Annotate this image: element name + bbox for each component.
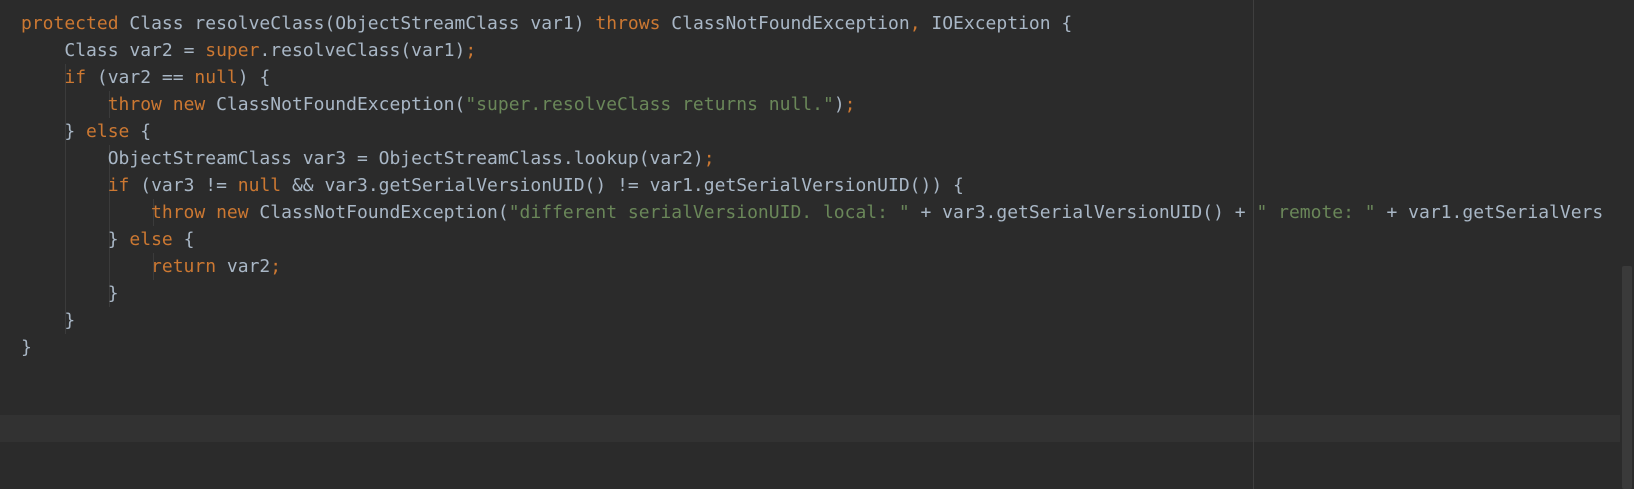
code-line[interactable]: } else { xyxy=(0,226,1603,253)
caret-line-highlight xyxy=(0,415,1620,442)
code-keyword: else xyxy=(86,121,130,142)
code-line[interactable]: if (var2 == null) { xyxy=(0,64,1603,91)
code-line[interactable]: } xyxy=(0,307,1603,334)
code-identifier: .resolveClass(var1) xyxy=(259,40,466,61)
code-keyword: super xyxy=(205,40,260,61)
code-keyword: if xyxy=(107,175,130,196)
code-keyword: protected xyxy=(21,13,119,34)
code-editor[interactable]: protected Class resolveClass(ObjectStrea… xyxy=(0,0,1634,489)
code-keyword: new xyxy=(216,202,249,223)
code-identifier: ObjectStreamClass var3 = ObjectStreamCla… xyxy=(107,148,704,169)
code-punctuation: ; xyxy=(844,94,856,115)
code-identifier: ClassNotFoundException( xyxy=(248,202,509,223)
code-identifier: Class resolveClass(ObjectStreamClass var… xyxy=(129,13,596,34)
code-text-area[interactable]: protected Class resolveClass(ObjectStrea… xyxy=(0,10,1603,361)
code-keyword: null xyxy=(237,175,282,196)
code-string: "different serialVersionUID. local: " xyxy=(508,202,910,223)
code-identifier: + var3.getSerialVersionUID() + xyxy=(909,202,1257,223)
code-identifier: (var3 != xyxy=(129,175,238,196)
code-line[interactable]: Class var2 = super.resolveClass(var1); xyxy=(0,37,1603,64)
code-keyword: else xyxy=(129,229,173,250)
code-identifier: (var2 == xyxy=(86,67,195,88)
code-keyword: return xyxy=(151,256,217,277)
code-line[interactable]: } xyxy=(0,334,1603,361)
code-line[interactable]: } xyxy=(0,280,1603,307)
code-identifier: ) xyxy=(833,94,845,115)
code-punctuation: ; xyxy=(703,148,715,169)
code-identifier: { xyxy=(129,121,152,142)
code-keyword: new xyxy=(172,94,206,115)
code-identifier: && var3.getSerialVersionUID() != var1.ge… xyxy=(281,175,964,196)
code-identifier: } xyxy=(64,121,87,142)
code-keyword: if xyxy=(64,67,87,88)
code-keyword: throw xyxy=(107,94,162,115)
code-punctuation: ; xyxy=(465,40,477,61)
code-keyword: null xyxy=(194,67,238,88)
code-string: "super.resolveClass returns null." xyxy=(465,94,834,115)
code-line[interactable]: return var2; xyxy=(0,253,1603,280)
vertical-scrollbar-thumb[interactable] xyxy=(1622,266,1632,489)
code-line[interactable]: if (var3 != null && var3.getSerialVersio… xyxy=(0,172,1603,199)
code-line[interactable]: throw new ClassNotFoundException("differ… xyxy=(0,199,1603,226)
code-identifier: { xyxy=(172,229,195,250)
code-identifier: } xyxy=(64,310,76,331)
code-identifier: ) { xyxy=(237,67,271,88)
code-string: " remote: " xyxy=(1256,202,1376,223)
code-keyword: throws xyxy=(595,13,661,34)
code-identifier: ClassNotFoundException xyxy=(671,13,910,34)
code-line[interactable]: ObjectStreamClass var3 = ObjectStreamCla… xyxy=(0,145,1603,172)
code-punctuation: ; xyxy=(270,256,282,277)
code-identifier: + var1.getSerialVers xyxy=(1375,202,1604,223)
code-identifier: Class var2 = xyxy=(64,40,206,61)
code-punctuation: , xyxy=(909,13,921,34)
code-identifier: ClassNotFoundException( xyxy=(205,94,466,115)
code-identifier: } xyxy=(107,283,119,304)
code-identifier: var2 xyxy=(216,256,271,277)
code-line[interactable]: throw new ClassNotFoundException("super.… xyxy=(0,91,1603,118)
code-keyword: throw xyxy=(151,202,206,223)
code-line[interactable]: protected Class resolveClass(ObjectStrea… xyxy=(0,10,1603,37)
code-identifier: } xyxy=(21,337,32,358)
code-identifier: } xyxy=(107,229,130,250)
code-identifier: IOException { xyxy=(920,13,1073,34)
code-line[interactable]: } else { xyxy=(0,118,1603,145)
